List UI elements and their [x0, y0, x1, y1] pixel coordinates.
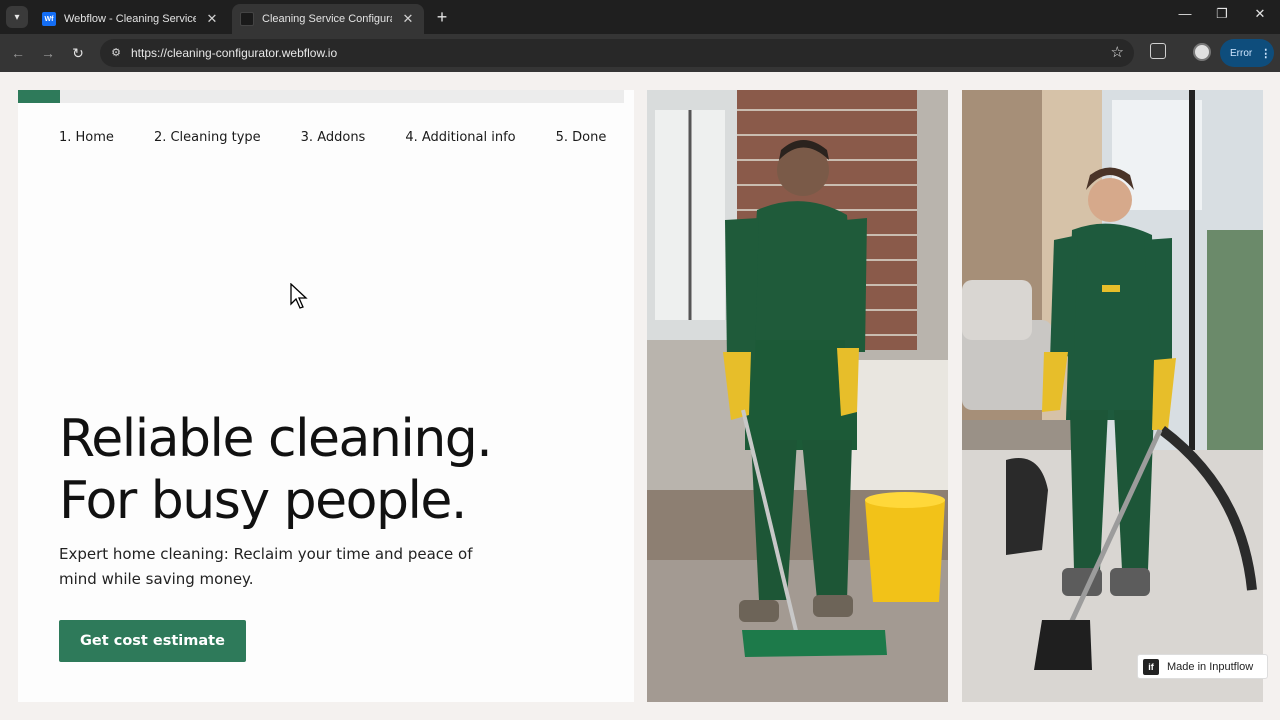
- error-label: Error: [1230, 47, 1253, 59]
- step-done[interactable]: 5. Done: [556, 130, 607, 145]
- mouse-cursor-icon: [290, 283, 308, 309]
- extensions-icon[interactable]: [1150, 43, 1166, 59]
- step-additional-info[interactable]: 4. Additional info: [405, 130, 515, 145]
- step-addons[interactable]: 3. Addons: [301, 130, 366, 145]
- bookmark-star-icon[interactable]: ☆: [1111, 43, 1124, 61]
- close-icon[interactable]: ✕: [400, 11, 416, 27]
- close-icon[interactable]: ✕: [204, 11, 220, 27]
- get-cost-estimate-button[interactable]: Get cost estimate: [59, 620, 246, 662]
- site-settings-icon[interactable]: ⚙: [108, 44, 124, 62]
- headline-line-1: Reliable cleaning.: [59, 409, 493, 469]
- photo-woman-vacuuming-illustration: [962, 90, 1263, 702]
- progress-bar: [18, 90, 624, 103]
- restore-button[interactable]: ❐: [1211, 6, 1233, 22]
- step-home[interactable]: 1. Home: [59, 130, 114, 145]
- step-nav: 1. Home 2. Cleaning type 3. Addons 4. Ad…: [59, 130, 606, 145]
- back-arrow-icon[interactable]: ←: [8, 43, 28, 63]
- forward-arrow-icon[interactable]: →: [38, 43, 58, 63]
- progress-fill: [18, 90, 61, 103]
- tab-search-dropdown-icon[interactable]: ▾: [6, 6, 28, 28]
- browser-tab-bar: ▾ Wf Webflow - Cleaning Service Configur…: [0, 0, 1280, 34]
- reload-icon[interactable]: ↻: [68, 43, 88, 63]
- hero-card: 1. Home 2. Cleaning type 3. Addons 4. Ad…: [18, 90, 634, 702]
- step-cleaning-type[interactable]: 2. Cleaning type: [154, 130, 261, 145]
- tab-cleaning-configurator[interactable]: Cleaning Service Configurator ✕: [232, 4, 424, 34]
- webflow-icon: Wf: [42, 12, 56, 26]
- window-close-button[interactable]: ✕: [1249, 6, 1271, 22]
- badge-text: Made in Inputflow: [1167, 660, 1254, 673]
- made-in-inputflow-badge[interactable]: if Made in Inputflow: [1137, 654, 1268, 679]
- error-button[interactable]: Error ⋮: [1220, 39, 1274, 67]
- url-text[interactable]: https://cleaning-configurator.webflow.io: [131, 46, 337, 60]
- photo-man-mopping: [647, 90, 948, 702]
- inputflow-logo-icon: if: [1143, 658, 1159, 675]
- page-viewport: 1. Home 2. Cleaning type 3. Addons 4. Ad…: [0, 72, 1280, 720]
- tab-title: Webflow - Cleaning Service Configurator: [64, 13, 196, 25]
- tab-webflow[interactable]: Wf Webflow - Cleaning Service Configurat…: [34, 4, 228, 34]
- minimize-button[interactable]: —: [1174, 6, 1196, 21]
- more-menu-icon: ⋮: [1260, 47, 1272, 60]
- tab-title: Cleaning Service Configurator: [262, 13, 392, 25]
- photo-man-mopping-illustration: [647, 90, 948, 702]
- hero-subtext: Expert home cleaning: Reclaim your time …: [59, 545, 473, 588]
- blank-page-icon: [240, 12, 254, 26]
- profile-avatar[interactable]: [1193, 43, 1211, 61]
- photo-woman-vacuuming: [962, 90, 1263, 702]
- address-bar[interactable]: ⚙ https://cleaning-configurator.webflow.…: [100, 39, 1134, 67]
- hero-headline: Reliable cleaning. For busy people.: [59, 408, 493, 532]
- headline-line-2: For busy people.: [59, 471, 467, 531]
- new-tab-button[interactable]: +: [432, 6, 452, 28]
- browser-toolbar: ← → ↻ ⚙ https://cleaning-configurator.we…: [0, 34, 1280, 72]
